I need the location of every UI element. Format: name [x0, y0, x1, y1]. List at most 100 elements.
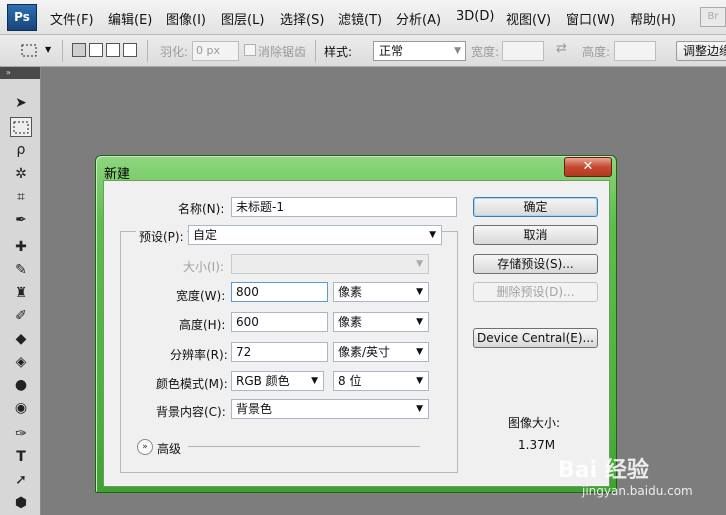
save-preset-button[interactable]: 存储预设(S)... — [473, 254, 598, 274]
style-label: 样式: — [324, 45, 353, 59]
blur-tool-icon[interactable]: ● — [10, 375, 32, 395]
style-select[interactable]: 正常 ▼ — [373, 41, 466, 61]
ok-button[interactable]: 确定 — [473, 197, 598, 217]
move-tool-icon[interactable]: ➤ — [10, 93, 32, 113]
color-mode-select[interactable]: RGB 颜色 ▼ — [231, 371, 324, 391]
rect-marquee-icon[interactable] — [20, 42, 40, 60]
chevron-down-icon: ▼ — [454, 46, 461, 56]
swap-icon[interactable]: ⇄ — [556, 41, 567, 56]
new-selection-icon[interactable] — [72, 43, 86, 57]
feather-input[interactable]: 0 px — [192, 41, 239, 61]
close-icon[interactable]: ✕ — [564, 157, 612, 177]
menu-edit[interactable]: 编辑(E) — [108, 9, 152, 28]
subtract-selection-icon[interactable] — [106, 43, 120, 57]
preset-select[interactable]: 自定 ▼ — [188, 225, 442, 245]
device-central-button[interactable]: Device Central(E)... — [473, 328, 598, 348]
toolbox-collapse-icon[interactable]: » — [0, 67, 40, 79]
dialog-body: 名称(N): 未标题-1 预设(P): 自定 ▼ 大小(I): ▼ 宽度(W):… — [103, 180, 610, 487]
bridge-logo[interactable]: Br — [700, 7, 726, 27]
image-size-label: 图像大小: — [508, 416, 561, 430]
brush-tool-icon[interactable]: ✎ — [10, 260, 32, 280]
expand-advanced-icon[interactable]: » — [137, 439, 153, 455]
width-input[interactable]: 800 — [231, 282, 328, 302]
photoshop-logo: Ps — [7, 4, 37, 31]
eraser-tool-icon[interactable]: ◆ — [10, 329, 32, 349]
refine-edge-button[interactable]: 调整边缘 — [676, 41, 726, 61]
menu-3d[interactable]: 3D(D) — [456, 9, 494, 24]
bit-depth-select[interactable]: 8 位 ▼ — [333, 371, 429, 391]
preset-label: 预设(P): — [136, 228, 187, 245]
antialias-checkbox[interactable] — [244, 44, 256, 56]
type-tool-icon[interactable]: T — [10, 447, 32, 467]
options-bar: ▼ 羽化: 0 px 消除锯齿 样式: 正常 ▼ 宽度: ⇄ 高度: 调整边缘 — [0, 35, 726, 67]
width-input[interactable] — [502, 41, 544, 61]
resolution-unit-select[interactable]: 像素/英寸 ▼ — [333, 342, 429, 362]
paint-bucket-tool-icon[interactable]: ◈ — [10, 352, 32, 372]
height-unit-value: 像素 — [338, 315, 363, 329]
eyedropper-tool-icon[interactable]: ✒ — [10, 210, 32, 230]
menu-filter[interactable]: 滤镜(T) — [338, 9, 382, 28]
width-unit-select[interactable]: 像素 ▼ — [333, 282, 429, 302]
background-value: 背景色 — [236, 402, 273, 416]
menu-image[interactable]: 图像(I) — [166, 9, 206, 28]
menu-analysis[interactable]: 分析(A) — [396, 9, 441, 28]
size-label: 大小(I): — [183, 260, 224, 274]
antialias-label: 消除锯齿 — [258, 45, 307, 59]
lasso-tool-icon[interactable]: ρ — [10, 140, 32, 160]
history-brush-tool-icon[interactable]: ✐ — [10, 306, 32, 326]
width-label: 宽度(W): — [176, 289, 226, 303]
magic-wand-tool-icon[interactable]: ✲ — [10, 164, 32, 184]
cancel-button[interactable]: 取消 — [473, 225, 598, 245]
image-size-value: 1.37M — [518, 438, 556, 452]
chevron-down-icon: ▼ — [416, 259, 423, 269]
chevron-down-icon: ▼ — [429, 230, 436, 240]
separator — [147, 40, 148, 62]
preset-select-value: 自定 — [193, 228, 218, 242]
height-unit-select[interactable]: 像素 ▼ — [333, 312, 429, 332]
resolution-label: 分辨率(R): — [170, 348, 228, 362]
pen-tool-icon[interactable]: ✑ — [10, 424, 32, 444]
feather-label: 羽化: — [160, 45, 189, 59]
height-input[interactable]: 600 — [231, 312, 328, 332]
bit-depth-value: 8 位 — [338, 374, 362, 388]
color-mode-value: RGB 颜色 — [236, 374, 290, 388]
menu-help[interactable]: 帮助(H) — [630, 9, 676, 28]
watermark-logo: Bai 经验 — [558, 458, 649, 483]
height-label: 高度: — [582, 45, 611, 59]
tool-preset-dropdown-icon[interactable]: ▼ — [45, 45, 51, 54]
intersect-selection-icon[interactable] — [123, 43, 137, 57]
size-select[interactable]: ▼ — [231, 254, 429, 274]
dodge-tool-icon[interactable]: ◉ — [10, 398, 32, 418]
chevron-down-icon: ▼ — [416, 287, 423, 297]
height-input[interactable] — [614, 41, 656, 61]
menu-view[interactable]: 视图(V) — [506, 9, 551, 28]
resolution-unit-value: 像素/英寸 — [338, 345, 391, 359]
chevron-down-icon: ▼ — [311, 376, 318, 386]
advanced-divider — [188, 446, 420, 447]
style-select-value: 正常 — [379, 44, 404, 58]
add-selection-icon[interactable] — [89, 43, 103, 57]
background-select[interactable]: 背景色 ▼ — [231, 399, 429, 419]
shape-tool-icon[interactable]: ⬢ — [10, 493, 32, 513]
clone-stamp-tool-icon[interactable]: ♜ — [10, 283, 32, 303]
advanced-label[interactable]: 高级 — [157, 440, 181, 457]
rect-marquee-icon — [13, 121, 29, 134]
width-unit-value: 像素 — [338, 285, 363, 299]
resolution-input[interactable]: 72 — [231, 342, 328, 362]
menu-layer[interactable]: 图层(L) — [221, 9, 264, 28]
crop-tool-icon[interactable]: ⌗ — [10, 187, 32, 207]
background-label: 背景内容(C): — [156, 405, 226, 419]
menu-select[interactable]: 选择(S) — [280, 9, 324, 28]
delete-preset-button[interactable]: 删除预设(D)... — [473, 282, 598, 302]
chevron-down-icon: ▼ — [416, 317, 423, 327]
chevron-down-icon: ▼ — [416, 404, 423, 414]
color-mode-label: 颜色模式(M): — [156, 377, 228, 391]
menu-file[interactable]: 文件(F) — [50, 9, 94, 28]
height-label: 高度(H): — [179, 318, 226, 332]
menu-window[interactable]: 窗口(W) — [566, 9, 615, 28]
name-input[interactable]: 未标题-1 — [231, 197, 457, 217]
path-selection-tool-icon[interactable]: ➚ — [10, 470, 32, 490]
marquee-tool-icon[interactable] — [10, 117, 32, 137]
toolbox: » ➤ ρ ✲ ⌗ ✒ ✚ ✎ ♜ ✐ ◆ ◈ ● ◉ ✑ T ➚ ⬢ — [0, 67, 41, 515]
healing-brush-tool-icon[interactable]: ✚ — [10, 237, 32, 257]
